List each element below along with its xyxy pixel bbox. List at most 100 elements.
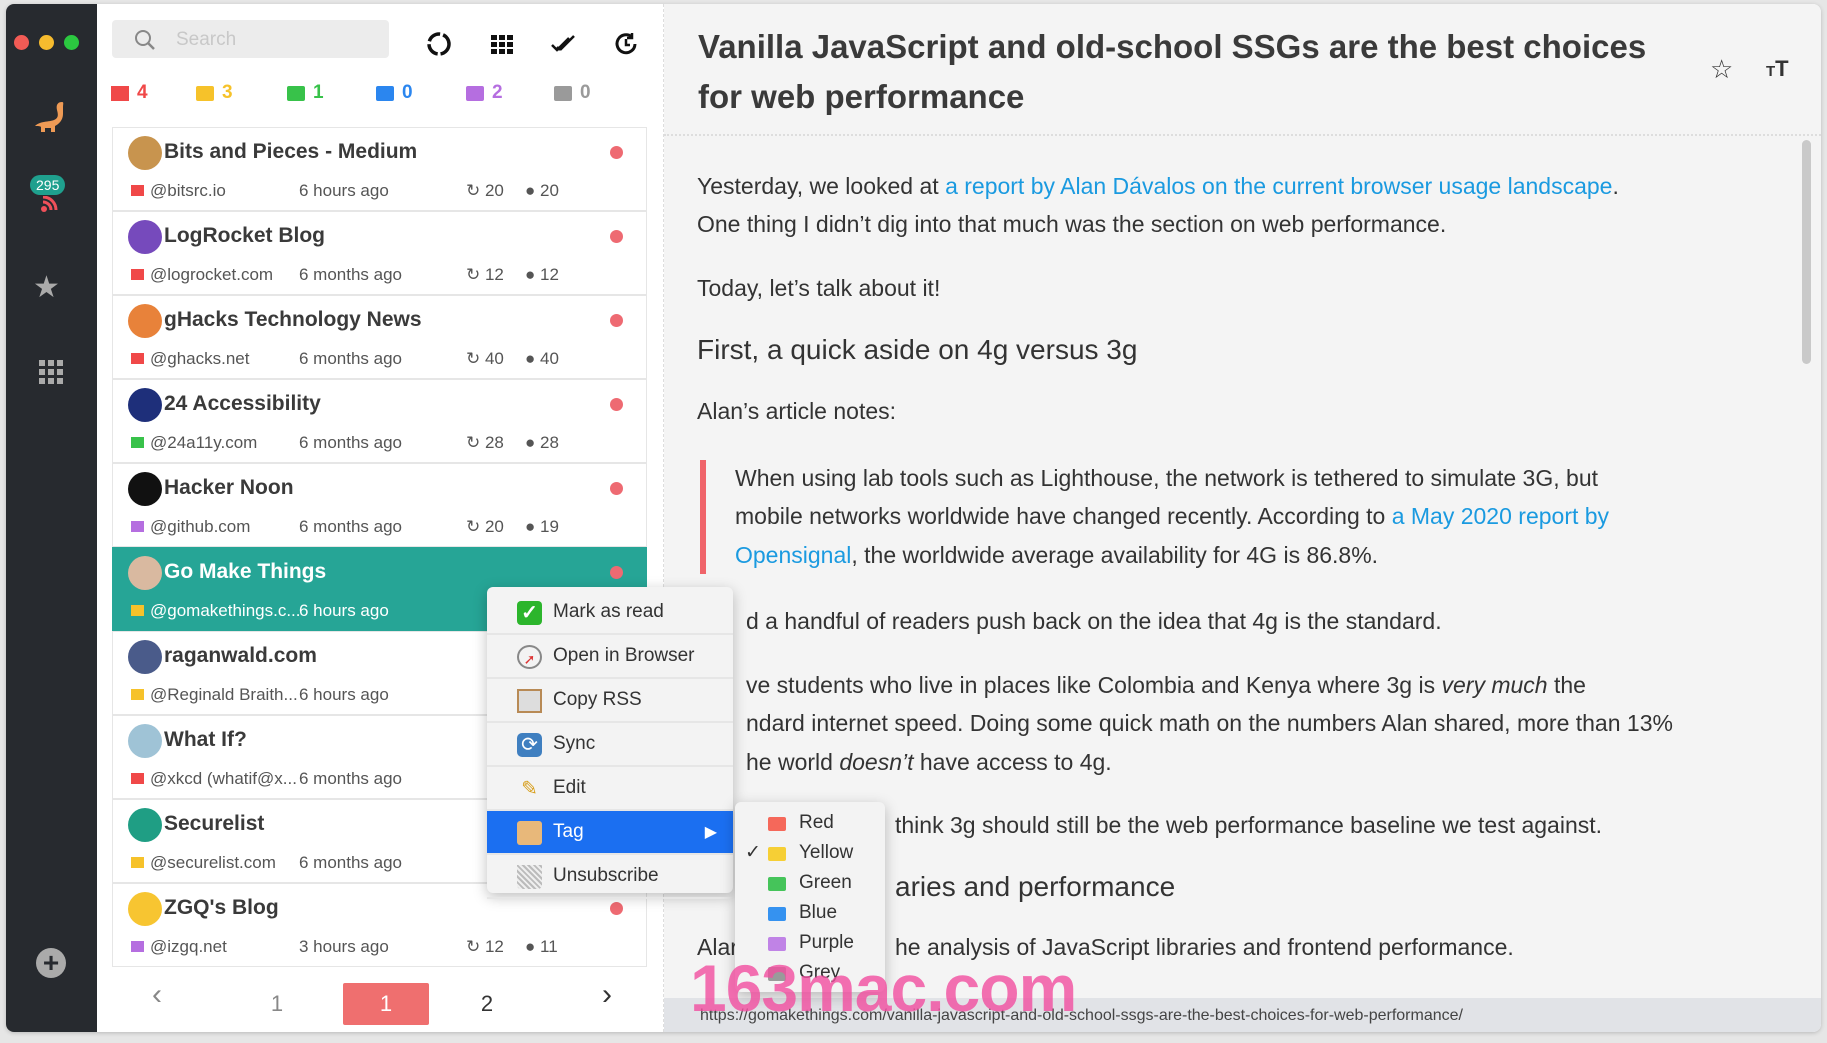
filter-blue[interactable]: 0	[376, 82, 413, 104]
unread-dot-icon: ●	[525, 265, 540, 284]
tag-option-yellow[interactable]: ✓ Yellow	[735, 838, 885, 868]
feed-time: 6 hours ago	[299, 601, 389, 620]
menu-item-label: Edit	[553, 777, 586, 798]
folder-icon	[466, 85, 484, 101]
feed-item[interactable]: LogRocket Blog @logrocket.com 6 months ago…	[112, 211, 647, 295]
context-menu: ✓ Mark as read ➚ Open in Browser Copy RSS ⟳ Sy…	[487, 587, 733, 899]
sync-value: 28	[484, 433, 504, 452]
tag-option-green[interactable]: Green	[735, 868, 885, 898]
refresh-icon[interactable]	[425, 30, 453, 58]
paragraph: One thing I didn’t dig into that much wa…	[697, 211, 1447, 237]
sync-icon: ↻	[466, 517, 485, 536]
font-size-icon[interactable]: TT	[1766, 56, 1789, 82]
menu-item-edit[interactable]: ✎ Edit	[487, 767, 733, 811]
filter-count: 4	[137, 82, 148, 103]
feed-title: Bits and Pieces - Medium	[164, 140, 418, 163]
history-icon[interactable]	[612, 30, 640, 58]
feed-source: @gomakethings.c...	[150, 601, 301, 620]
submenu-arrow-icon: ▶	[704, 824, 717, 841]
filter-green[interactable]: 1	[287, 82, 324, 104]
feed-time: 6 months ago	[299, 517, 403, 536]
unread-count: ● 20	[525, 181, 559, 201]
feed-title: Securelist	[164, 812, 265, 835]
tag-box-icon	[517, 821, 542, 845]
menu-item-sync[interactable]: ⟳ Sync	[487, 723, 733, 767]
next-page-button[interactable]: ›	[592, 978, 622, 1012]
sync-icon: ↻	[466, 937, 485, 956]
menu-item-unsubscribe[interactable]: Unsubscribe	[487, 855, 733, 899]
paragraph: Alan’s article notes:	[697, 398, 897, 424]
filter-yellow[interactable]: 3	[196, 82, 233, 104]
filter-grey[interactable]: 0	[554, 82, 591, 104]
folder-icon	[287, 85, 305, 101]
feed-avatar	[128, 388, 162, 422]
feed-avatar	[128, 892, 162, 926]
menu-item-label: Open in Browser	[553, 645, 695, 666]
opensignal-report-link[interactable]: a May 2020 report by	[1392, 503, 1609, 529]
sync-count: ↻ 20	[466, 181, 504, 201]
mark-all-read-icon[interactable]	[550, 30, 578, 58]
menu-item-label: Mark as read	[553, 601, 664, 622]
unread-count: ● 19	[525, 517, 559, 537]
blockquote-line: When using lab tools such as Lighthouse,…	[735, 465, 1598, 491]
starred-icon[interactable]: ★	[33, 270, 60, 305]
menu-item-mark-as-read[interactable]: ✓ Mark as read	[487, 591, 733, 635]
feed-source: @Reginald Braith...	[150, 685, 298, 704]
report-link[interactable]: a report by Alan Dávalos on the current …	[945, 173, 1612, 199]
add-feed-icon[interactable]: +	[36, 948, 66, 978]
search-icon	[135, 30, 155, 50]
filter-purple[interactable]: 2	[466, 82, 503, 104]
tag-option-blue[interactable]: Blue	[735, 898, 885, 928]
search-input[interactable]: Search	[112, 20, 389, 58]
scrollbar[interactable]	[1802, 140, 1811, 364]
folder-icon	[376, 85, 394, 101]
blockquote-bar	[700, 460, 706, 574]
feed-time: 6 months ago	[299, 853, 403, 872]
folder-icon	[768, 907, 786, 921]
star-article-icon[interactable]: ☆	[1710, 54, 1733, 85]
opensignal-link[interactable]: Opensignal	[735, 542, 851, 568]
sidebar: 295 ★ +	[6, 4, 97, 1032]
paragraph: ve students who live in places like Colo…	[746, 672, 1586, 698]
feed-avatar	[128, 808, 162, 842]
sync-value: 20	[484, 517, 504, 536]
section-heading: First, a quick aside on 4g versus 3g	[697, 334, 1138, 365]
filter-red[interactable]: 4	[111, 82, 148, 104]
minimize-window-button[interactable]	[39, 35, 54, 50]
close-window-button[interactable]	[14, 35, 29, 50]
maximize-window-button[interactable]	[64, 35, 79, 50]
feed-item[interactable]: Hacker Noon @github.com 6 months ago ↻ 20 ● …	[112, 463, 647, 547]
feed-source: @izgq.net	[150, 937, 227, 956]
unread-count: ● 12	[525, 265, 559, 285]
sync-count: ↻ 40	[466, 349, 504, 369]
feed-source: @logrocket.com	[150, 265, 274, 284]
rss-icon[interactable]	[41, 196, 61, 212]
pencil-icon: ✎	[521, 778, 538, 800]
feed-item[interactable]: Bits and Pieces - Medium @bitsrc.io 6 hour…	[112, 127, 647, 211]
feed-item[interactable]: 24 Accessibility @24a11y.com 6 months ago ↻…	[112, 379, 647, 463]
prev-page-button[interactable]: ‹	[142, 978, 172, 1012]
dinosaur-logo-icon[interactable]	[32, 98, 72, 138]
menu-item-copy-rss[interactable]: Copy RSS	[487, 679, 733, 723]
feed-time: 6 months ago	[299, 769, 403, 788]
folder-icon	[131, 857, 144, 868]
page-button[interactable]: 2	[467, 989, 507, 1019]
menu-item-open-in-browser[interactable]: ➚ Open in Browser	[487, 635, 733, 679]
grid-view-icon[interactable]	[488, 30, 516, 58]
page-button[interactable]: 1	[343, 983, 429, 1025]
tag-option-label: Green	[799, 872, 852, 893]
tag-option-red[interactable]: Red	[735, 808, 885, 838]
check-icon: ✓	[517, 601, 542, 625]
grid-icon[interactable]	[39, 360, 63, 384]
page-button[interactable]: 1	[257, 989, 297, 1019]
menu-item-tag[interactable]: Tag ▶	[487, 811, 733, 855]
feed-title: What If?	[164, 728, 247, 751]
folder-icon	[131, 689, 144, 700]
unread-value: 28	[540, 433, 559, 452]
feed-item[interactable]: gHacks Technology News @ghacks.net 6 month…	[112, 295, 647, 379]
blockquote-line: mobile networks worldwide have changed r…	[735, 503, 1610, 529]
menu-item-label: Copy RSS	[553, 689, 642, 710]
unread-value: 12	[540, 265, 559, 284]
feed-source: @github.com	[150, 517, 251, 536]
feed-title: ZGQ's Blog	[164, 896, 279, 919]
